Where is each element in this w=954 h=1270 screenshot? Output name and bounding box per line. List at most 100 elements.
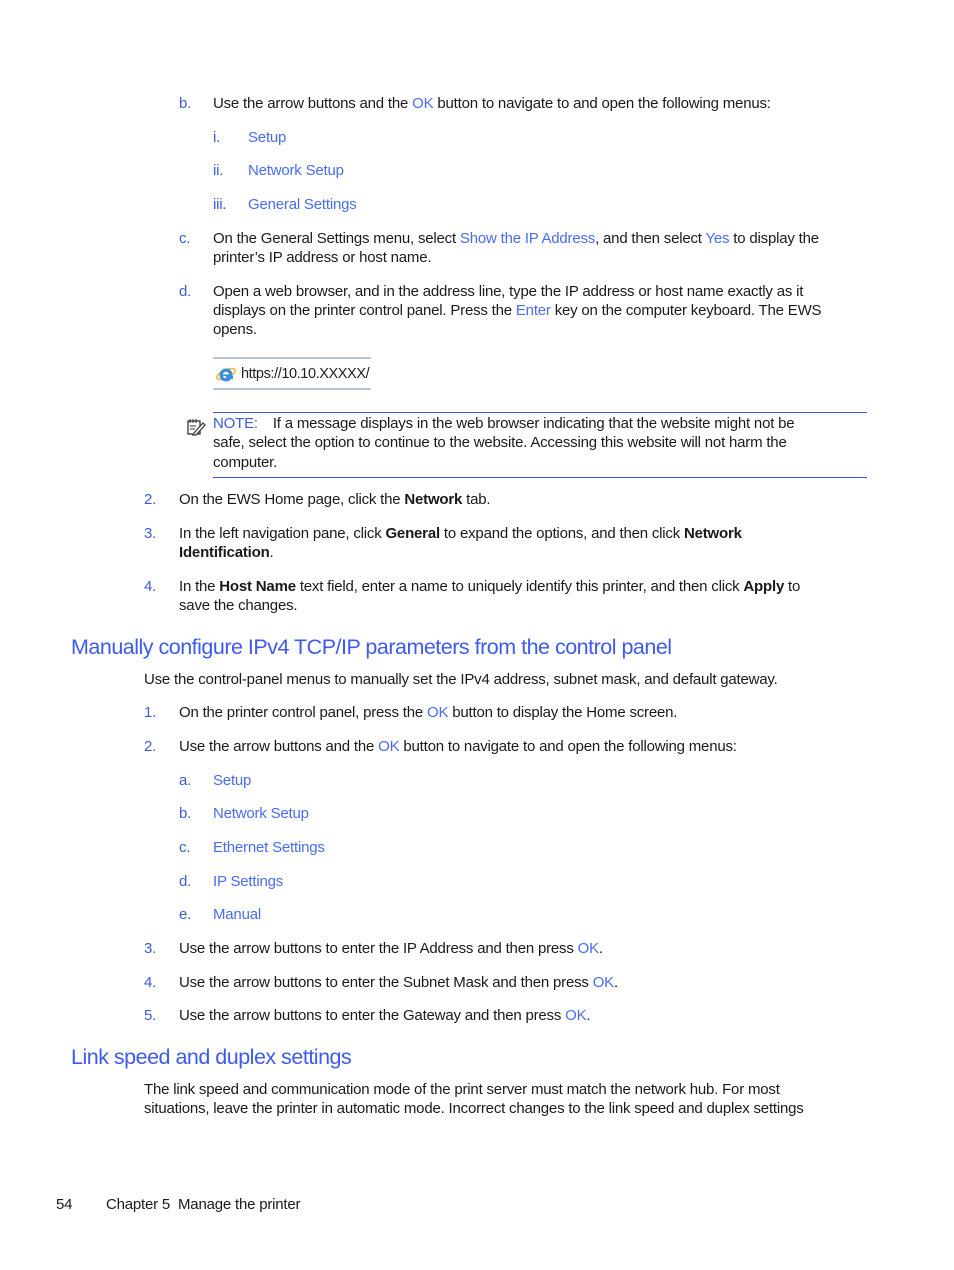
ok-link[interactable]: OK [578,940,599,957]
text: displays on the printer control panel. P… [213,302,516,319]
note-bottom-rule [213,477,867,478]
page-number: 54 [56,1196,73,1213]
internet-explorer-icon [216,367,236,382]
menu-label: e. [179,906,192,923]
general-ref: General [385,525,440,542]
network-ref: Network [683,525,742,542]
text: key on the computer keyboard. The EWS [550,302,822,319]
step-d-line3: opens. [213,321,257,338]
submenu-label: iii. [213,196,227,213]
ipv4-step-4: Use the arrow buttons to enter the Subne… [179,973,618,993]
section-heading-ipv4: Manually configure IPv4 TCP/IP parameter… [71,635,672,659]
browser-address-bar-image: https://10.10.XXXXX/ [213,357,371,390]
text: to [784,578,801,595]
ok-link[interactable]: OK [412,95,433,112]
text: button to display the Home screen. [448,704,678,721]
section-intro: Use the control-panel menus to manually … [144,671,778,688]
link-speed-line1: The link speed and communication mode of… [144,1081,780,1098]
text: tab. [462,491,491,508]
submenu-label: i. [213,129,221,146]
submenu-label: ii. [213,162,224,179]
note-label: NOTE: [213,415,258,432]
step-d-line1: Open a web browser, and in the address l… [213,283,804,300]
submenu-network-setup[interactable]: Network Setup [248,161,344,181]
menu-ip-settings[interactable]: IP Settings [213,872,283,892]
step-d-line2: displays on the printer control panel. P… [213,301,822,321]
show-ip-address-link[interactable]: Show the IP Address [460,230,595,247]
ipv4-step-5: Use the arrow buttons to enter the Gatew… [179,1006,591,1026]
host-name-ref: Host Name [219,578,296,595]
url-text: https://10.10.XXXXX/ [241,366,370,382]
submenu-setup[interactable]: Setup [248,128,286,148]
yes-link[interactable]: Yes [705,230,729,247]
menu-network-setup[interactable]: Network Setup [213,804,309,824]
step-label: 4. [144,578,157,595]
text: Use the arrow buttons to enter the Gatew… [179,1007,566,1024]
step-c-line2: printer’s IP address or host name. [213,249,432,266]
network-tab-ref: Network [404,491,463,508]
menu-label: d. [179,873,192,890]
step-label: 1. [144,704,157,721]
chapter-title: Chapter 5 Manage the printer [106,1196,301,1213]
text: If a message displays in the web browser… [272,415,795,432]
ipv4-step-2: Use the arrow buttons and the OK button … [179,737,737,757]
step-label: 5. [144,1007,157,1024]
step-label: c. [179,230,191,247]
ok-link[interactable]: OK [565,1007,586,1024]
step-b-text: Use the arrow buttons and the OK button … [213,94,771,114]
note-top-rule [213,412,867,413]
note-icon [187,419,206,436]
text: . [613,974,618,991]
text: to expand the options, and then click [439,525,684,542]
text: Use the arrow buttons to enter the Subne… [179,974,593,991]
note-line3: computer. [213,454,278,471]
text: , and then select [595,230,706,247]
step-label: d. [179,283,192,300]
step-2-text: On the EWS Home page, click the Network … [179,490,491,510]
text: . [586,1007,591,1024]
menu-label: b. [179,805,192,822]
step-4-line1: In the Host Name text field, enter a nam… [179,577,800,597]
step-c-line1: On the General Settings menu, select Sho… [213,229,819,249]
text: Use the arrow buttons to enter the IP Ad… [179,940,578,957]
ok-link[interactable]: OK [427,704,448,721]
text: text field, enter a name to uniquely ide… [295,578,744,595]
text: On the General Settings menu, select [213,230,460,247]
menu-setup[interactable]: Setup [213,771,251,791]
ipv4-step-1: On the printer control panel, press the … [179,703,677,723]
text: . [598,940,603,957]
menu-label: a. [179,772,192,789]
text: Use the arrow buttons and the [213,95,413,112]
text: On the EWS Home page, click the [179,491,405,508]
menu-label: c. [179,839,191,856]
text: In the left navigation pane, click [179,525,386,542]
menu-ethernet-settings[interactable]: Ethernet Settings [213,838,325,858]
ok-link[interactable]: OK [593,974,614,991]
apply-ref: Apply [743,578,785,595]
step-3-line1: In the left navigation pane, click Gener… [179,524,742,544]
step-label: 3. [144,940,157,957]
step-label: b. [179,95,192,112]
ok-link[interactable]: OK [378,738,399,755]
text: On the printer control panel, press the [179,704,427,721]
section-heading-link-speed: Link speed and duplex settings [71,1045,352,1069]
text: Use the arrow buttons and the [179,738,379,755]
identification-ref: Identification [179,544,270,561]
note-line2: safe, select the option to continue to t… [213,434,787,451]
step-3-line2: Identification. [179,543,274,563]
submenu-general-settings[interactable]: General Settings [248,195,357,215]
ipv4-step-3: Use the arrow buttons to enter the IP Ad… [179,939,603,959]
text: to display the [729,230,819,247]
note-line1: NOTE: If a message displays in the web br… [213,414,795,434]
step-label: 4. [144,974,157,991]
text: In the [179,578,220,595]
enter-link[interactable]: Enter [516,302,551,319]
text: button to navigate to and open the follo… [433,95,771,112]
text: . [269,544,274,561]
step-4-line2: save the changes. [179,597,298,614]
menu-manual[interactable]: Manual [213,905,261,925]
link-speed-line2: situations, leave the printer in automat… [144,1100,804,1117]
step-label: 2. [144,491,157,508]
step-label: 2. [144,738,157,755]
text: button to navigate to and open the follo… [399,738,737,755]
